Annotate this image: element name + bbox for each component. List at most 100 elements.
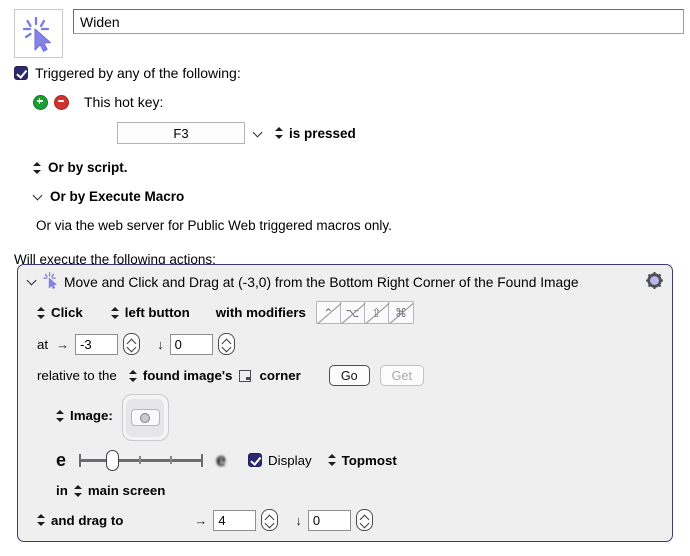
macro-name-input[interactable]: Widen	[73, 9, 684, 34]
updown-chevron-icon	[327, 453, 337, 467]
display-label: Display	[268, 452, 312, 468]
drag-to-row: and drag to → 4 ↓ 0	[18, 509, 672, 531]
trigger-enabled-label: Triggered by any of the following:	[35, 65, 241, 81]
action-panel[interactable]: Move and Click and Drag at (-3,0) from t…	[17, 264, 673, 542]
arrow-right-icon: →	[56, 336, 70, 352]
mouse-button-popup[interactable]: left button	[110, 305, 190, 320]
slider-tick	[201, 454, 204, 467]
relative-target-popup[interactable]: found image's corner	[128, 368, 301, 383]
trigger-enabled-checkbox[interactable]	[14, 66, 28, 80]
macro-icon-well[interactable]	[14, 9, 63, 58]
image-well[interactable]	[121, 394, 169, 441]
topmost-popup[interactable]: Topmost	[327, 452, 397, 468]
drag-y-input[interactable]: 0	[307, 509, 351, 531]
modifier-control-toggle[interactable]: ⌃	[317, 302, 341, 323]
hot-key-select-row: F3 is pressed	[117, 122, 674, 144]
click-options-row: Click left button with modifiers ⌃ ⌥ ⇧ ⌘	[18, 301, 672, 324]
modifiers-label: with modifiers	[215, 305, 306, 320]
at-y-input[interactable]: 0	[169, 333, 213, 355]
trigger-enabled-row: Triggered by any of the following:	[14, 65, 674, 81]
fuzziness-row: e e Display Topmost	[18, 449, 672, 471]
trigger-section: Triggered by any of the following: This …	[14, 65, 674, 267]
go-button[interactable]: Go	[328, 365, 370, 386]
action-title: Move and Click and Drag at (-3,0) from t…	[64, 274, 579, 290]
or-by-script-label: Or by script.	[48, 160, 128, 175]
image-label-text: Image:	[70, 408, 113, 423]
drag-x-input[interactable]: 4	[213, 509, 257, 531]
hot-key-label: This hot key:	[84, 94, 164, 110]
updown-chevron-icon	[37, 513, 46, 527]
topmost-label: Topmost	[341, 452, 397, 468]
screen-label: main screen	[87, 483, 166, 498]
drag-to-label: and drag to	[51, 512, 124, 528]
arrow-down-icon: ↓	[295, 512, 302, 528]
disclosure-chevron-icon[interactable]	[26, 276, 39, 289]
add-trigger-icon[interactable]	[33, 94, 48, 110]
option-key-icon: ⌥	[345, 305, 360, 320]
at-label: at	[37, 336, 49, 352]
image-thumbnail	[130, 409, 160, 426]
display-checkbox[interactable]	[248, 453, 263, 467]
slider-tick	[79, 454, 82, 467]
click-mode-popup[interactable]: Click	[37, 305, 83, 320]
updown-chevron-icon	[33, 161, 42, 175]
modifier-keys-group: ⌃ ⌥ ⇧ ⌘	[315, 301, 414, 324]
at-y-stepper[interactable]	[217, 333, 235, 355]
at-x-stepper[interactable]	[123, 333, 141, 355]
or-by-execute-macro-label: Or by Execute Macro	[50, 189, 185, 204]
chevron-down-icon	[33, 191, 44, 202]
screen-popup[interactable]: main screen	[73, 483, 166, 498]
arrow-right-icon: →	[194, 512, 208, 528]
fuzziness-slider[interactable]	[79, 449, 204, 471]
hot-key-row: This hot key:	[33, 94, 674, 110]
updown-chevron-icon	[275, 126, 284, 140]
action-title-row: Move and Click and Drag at (-3,0) from t…	[18, 269, 672, 295]
fuzz-blurry-label: e	[216, 449, 227, 470]
or-by-script-row[interactable]: Or by script.	[33, 160, 674, 175]
modifier-command-toggle[interactable]: ⌘	[389, 302, 413, 323]
hot-key-combo-input[interactable]: F3	[117, 122, 245, 144]
drag-mode-popup[interactable]: and drag to	[37, 513, 123, 528]
updown-chevron-icon	[128, 369, 138, 383]
macro-header: Widen	[14, 9, 684, 58]
relative-target-label: found image's	[142, 368, 233, 383]
chevron-down-icon	[253, 128, 264, 139]
hot-key-condition-popup[interactable]: is pressed	[275, 126, 356, 141]
display-checkbox-row: Display	[248, 453, 312, 468]
control-key-icon: ⌃	[323, 305, 334, 320]
modifier-shift-toggle[interactable]: ⇧	[365, 302, 389, 323]
corner-indicator-icon	[239, 369, 252, 382]
drag-x-stepper[interactable]	[261, 509, 279, 531]
screen-row: in main screen	[18, 483, 672, 498]
remove-trigger-icon[interactable]	[54, 94, 69, 110]
updown-chevron-icon	[110, 306, 120, 320]
updown-chevron-icon	[37, 306, 46, 320]
hot-key-condition-label: is pressed	[289, 125, 356, 141]
or-by-execute-macro-row[interactable]: Or by Execute Macro	[33, 189, 674, 204]
hot-key-dropdown-button[interactable]	[253, 128, 264, 139]
image-source-popup[interactable]: Image:	[56, 408, 113, 423]
modifier-option-toggle[interactable]: ⌥	[341, 302, 365, 323]
relative-to-row: relative to the found image's corner Go …	[18, 365, 672, 386]
shift-key-icon: ⇧	[371, 305, 382, 320]
sparkle-cursor-icon	[22, 16, 56, 52]
image-row: Image:	[18, 394, 672, 441]
arrow-down-icon: ↓	[157, 336, 164, 352]
command-key-icon: ⌘	[394, 305, 407, 320]
slider-thumb[interactable]	[106, 450, 120, 471]
fuzz-sharp-label: e	[56, 449, 67, 470]
click-mode-label: Click	[51, 305, 83, 320]
image-thumbnail-dot	[140, 412, 151, 423]
sparkle-cursor-icon	[43, 272, 59, 292]
updown-chevron-icon	[56, 409, 65, 423]
relative-to-label: relative to the	[37, 368, 117, 383]
screen-prefix-label: in	[56, 483, 68, 498]
slider-tick	[170, 456, 173, 464]
slider-track	[79, 459, 204, 462]
gear-icon[interactable]	[645, 271, 664, 293]
at-x-input[interactable]: -3	[75, 333, 119, 355]
web-server-note: Or via the web server for Public Web tri…	[36, 218, 392, 233]
at-coordinates-row: at → -3 ↓ 0	[18, 333, 672, 355]
drag-y-stepper[interactable]	[355, 509, 373, 531]
image-well-inner	[126, 398, 165, 437]
